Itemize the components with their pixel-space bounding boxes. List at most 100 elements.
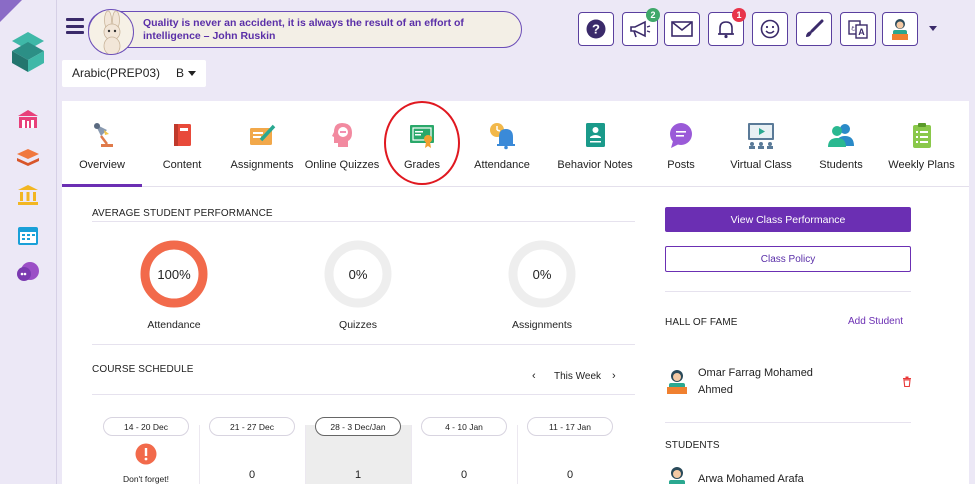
tab-label: Content [162,159,202,171]
tab-virtual-class[interactable]: Virtual Class [714,101,808,187]
hall-of-fame-title: HALL OF FAME [665,317,738,328]
tab-label: Overview [79,159,125,171]
week-chip[interactable]: 14 - 20 Dec [103,417,189,436]
quote-banner: Quality is never an accident, it is alwa… [88,9,522,55]
student-avatar-icon [669,467,685,484]
week-chip-selected[interactable]: 28 - 3 Dec/Jan [315,417,401,436]
notifications-button[interactable]: 1 [708,8,746,46]
divider [665,422,911,423]
week-count: 0 [248,469,256,481]
tab-behavior-notes[interactable]: Behavior Notes [542,101,648,187]
virtual-class-icon [748,123,774,149]
tab-weekly-plans[interactable]: Weekly Plans [874,101,969,187]
assignments-value: 0% [532,267,552,282]
help-button[interactable]: ? [578,12,614,46]
section-dropdown[interactable]: B [171,63,204,83]
view-class-performance-button[interactable]: View Class Performance [665,207,911,232]
schedule-title: COURSE SCHEDULE [92,364,194,375]
student-name: Arwa Mohamed Arafa [698,473,804,484]
tab-label: Weekly Plans [888,159,955,171]
profile-dropdown-caret[interactable] [929,26,937,31]
attendance-bell-icon [490,123,515,150]
left-rail [0,0,57,484]
app-logo[interactable] [10,30,46,74]
announcements-button[interactable]: 2 [622,8,660,46]
attendance-label: Attendance [147,319,201,331]
trash-icon[interactable] [902,376,912,387]
mood-button[interactable] [752,12,788,46]
calendar-icon[interactable] [15,223,41,247]
notification-badge: 1 [732,8,746,22]
students-icon [828,124,854,147]
performance-title: AVERAGE STUDENT PERFORMANCE [92,208,273,219]
week-count: 0 [460,469,468,481]
behavior-notes-icon [586,123,605,147]
add-student-link[interactable]: Add Student [848,316,903,327]
week-chip[interactable]: 21 - 27 Dec [209,417,295,436]
announcement-icon [630,20,651,38]
tab-attendance[interactable]: Attendance [462,101,542,187]
bunny-mascot-icon [88,9,134,55]
smiley-icon [760,19,780,39]
week-count: 0 [566,469,574,481]
rail-corner-decoration [0,0,22,22]
hall-of-fame-student: Omar Farrag Mohamed Ahmed [698,367,813,396]
tab-online-quizzes[interactable]: Online Quizzes [302,101,382,187]
tab-label: Attendance [474,159,530,171]
chevron-down-icon [188,70,197,76]
mail-icon [671,21,693,37]
attendance-value: 100% [157,267,191,282]
institution-icon[interactable] [15,183,41,207]
svg-text:ع: ع [851,24,855,31]
tab-label: Virtual Class [730,159,792,171]
prev-week-button[interactable]: ‹ [532,370,536,382]
announcement-badge: 2 [646,8,660,22]
tab-grades[interactable]: Grades [382,101,462,187]
tab-label: Online Quizzes [304,159,380,171]
course-tabs: Overview Content Assignments Online Quiz… [62,101,969,187]
lamp-icon [94,123,113,147]
week-chip[interactable]: 11 - 17 Jan [527,417,613,436]
school-icon[interactable] [15,108,41,132]
tab-overview[interactable]: Overview [62,101,142,187]
section-value: B [176,66,185,80]
tab-posts[interactable]: Posts [648,101,714,187]
reminder-text: Don't forget! [122,474,170,484]
profile-avatar [892,19,908,40]
student-avatar-icon [667,370,687,394]
course-selector: Arabic(PREP03) B [62,60,206,87]
language-button[interactable]: Aع [840,12,876,46]
tab-content[interactable]: Content [142,101,222,187]
books-icon[interactable] [15,146,41,170]
quizzes-value: 0% [348,267,368,282]
svg-text:?: ? [592,22,600,37]
help-icon: ? [586,19,606,39]
tab-label: Behavior Notes [557,159,633,171]
assignments-label: Assignments [511,319,573,331]
profile-button[interactable] [882,12,918,46]
tab-label: Posts [667,159,695,171]
next-week-button[interactable]: › [612,370,616,382]
brush-icon [806,19,824,37]
class-policy-button[interactable]: Class Policy [665,246,911,272]
tab-label: Grades [403,159,441,171]
quote-text: Quality is never an accident, it is alwa… [143,17,464,42]
week-label: This Week [554,371,602,382]
certificate-icon [410,125,434,148]
mail-button[interactable] [664,12,700,46]
chat-icon[interactable] [15,260,41,284]
tab-students[interactable]: Students [808,101,874,187]
weekly-plan-icon [912,123,931,148]
book-icon [174,124,191,146]
tab-label: Students [819,159,863,171]
tab-label: Assignments [230,159,294,171]
students-title: STUDENTS [665,440,720,451]
week-chip[interactable]: 4 - 10 Jan [421,417,507,436]
speech-bubble-icon [670,123,692,148]
course-name: Arabic(PREP03) [72,66,161,80]
menu-toggle-button[interactable] [66,18,84,34]
theme-button[interactable] [796,12,832,46]
quizzes-label: Quizzes [339,319,377,331]
quiz-head-icon [332,123,352,147]
tab-assignments[interactable]: Assignments [222,101,302,187]
